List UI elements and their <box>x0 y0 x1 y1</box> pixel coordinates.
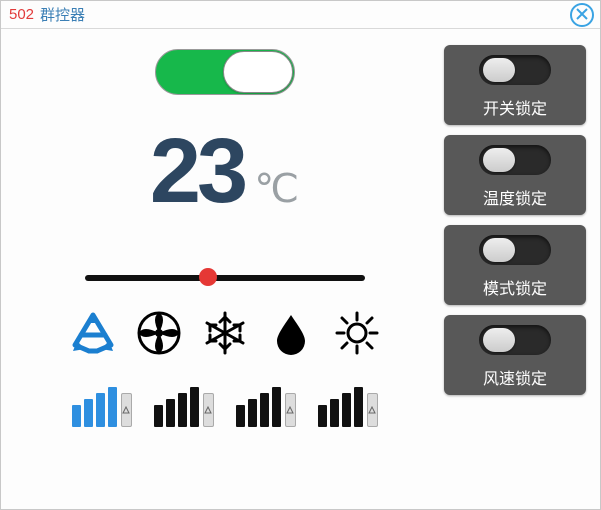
auto-badge-icon <box>285 393 296 427</box>
power-lock-card: 开关锁定 <box>444 45 586 125</box>
auto-badge-icon <box>203 393 214 427</box>
titlebar: 502 群控器 <box>1 1 600 29</box>
mode-row <box>69 311 381 359</box>
auto-badge-icon <box>121 393 132 427</box>
fan-mode-button[interactable] <box>135 311 183 359</box>
fan-speed-med-button[interactable] <box>154 387 214 427</box>
temp-lock-card: 温度锁定 <box>444 135 586 215</box>
sun-icon <box>335 311 379 360</box>
close-icon <box>576 7 588 24</box>
mode-lock-toggle[interactable] <box>479 235 551 265</box>
auto-badge-icon <box>367 393 378 427</box>
heat-mode-button[interactable] <box>333 311 381 359</box>
group-controller-window: 502 群控器 23 ℃ <box>0 0 601 510</box>
cool-mode-button[interactable] <box>201 311 249 359</box>
body: 23 ℃ <box>1 29 600 509</box>
mode-lock-label: 模式锁定 <box>483 275 547 299</box>
snowflake-icon <box>203 311 247 360</box>
slider-thumb <box>199 268 217 286</box>
fan-lock-label: 风速锁定 <box>483 365 547 389</box>
temp-lock-toggle[interactable] <box>479 145 551 175</box>
power-toggle-knob <box>223 51 293 93</box>
power-lock-toggle[interactable] <box>479 55 551 85</box>
controls-panel: 23 ℃ <box>15 45 444 495</box>
power-lock-label: 开关锁定 <box>483 95 547 119</box>
temperature-display: 23 ℃ <box>150 125 299 217</box>
fan-speed-row <box>72 387 378 427</box>
power-toggle[interactable] <box>155 49 295 95</box>
temperature-slider[interactable] <box>85 265 365 289</box>
dry-mode-button[interactable] <box>267 311 315 359</box>
temp-lock-label: 温度锁定 <box>483 185 547 209</box>
close-button[interactable] <box>570 3 594 27</box>
locks-panel: 开关锁定 温度锁定 模式锁定 风速锁定 <box>444 45 586 495</box>
fan-speed-high-button[interactable] <box>236 387 296 427</box>
fan-speed-low-button[interactable] <box>72 387 132 427</box>
temperature-value: 23 <box>150 125 244 217</box>
temperature-unit: ℃ <box>254 166 299 212</box>
device-id: 502 <box>9 6 34 23</box>
fan-lock-toggle[interactable] <box>479 325 551 355</box>
fan-speed-auto-button[interactable] <box>318 387 378 427</box>
mode-lock-card: 模式锁定 <box>444 225 586 305</box>
droplet-icon <box>269 311 313 360</box>
slider-track <box>85 275 365 281</box>
fan-lock-card: 风速锁定 <box>444 315 586 395</box>
recycle-icon <box>71 311 115 360</box>
fan-icon <box>137 311 181 360</box>
auto-mode-button[interactable] <box>69 311 117 359</box>
device-name: 群控器 <box>40 4 85 25</box>
